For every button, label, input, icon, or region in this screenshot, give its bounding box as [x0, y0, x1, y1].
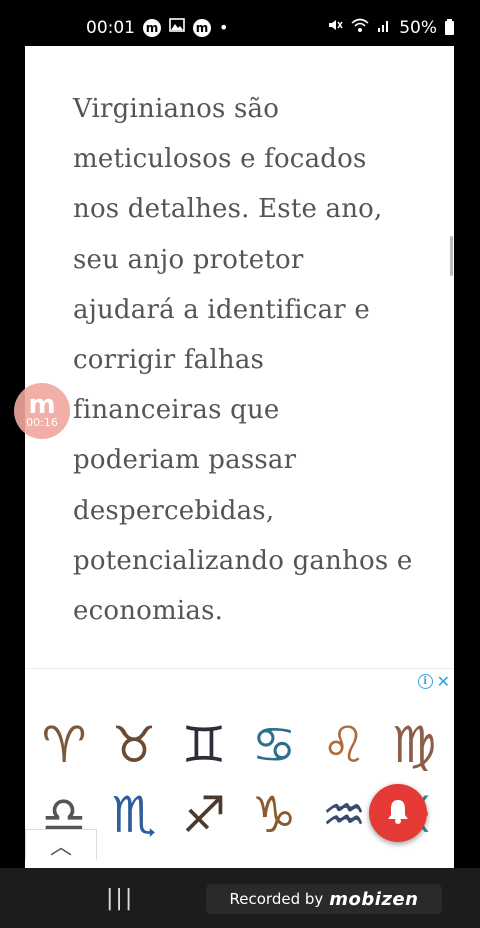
mute-icon [327, 17, 343, 38]
ad-info-icon[interactable]: i [417, 674, 433, 689]
battery-icon [445, 18, 454, 35]
aries-icon: ♈ [41, 716, 87, 774]
mobizen-brand: mobizen [329, 888, 419, 910]
notification-bell-button[interactable] [369, 784, 427, 842]
gemini-icon: ♊ [181, 716, 227, 774]
bell-icon [383, 796, 413, 830]
article-page[interactable]: Virginianos são meticulosos e focados no… [25, 46, 454, 869]
ad-close-icon[interactable]: ✕ [437, 672, 450, 691]
virgo-icon: ♍ [391, 716, 437, 774]
taurus-icon: ♉ [111, 716, 157, 774]
mobizen-icon: m [143, 18, 161, 37]
navigation-bar: ||| Recorded by mobizen [0, 868, 480, 928]
article-paragraph: Virginianos são meticulosos e focados no… [73, 94, 413, 627]
recording-timer: 00:16 [26, 416, 58, 429]
chevron-up-icon: ︿ [49, 835, 72, 860]
recorded-by-watermark: Recorded by mobizen [206, 884, 442, 914]
battery-text: 50% [399, 17, 437, 38]
recents-button[interactable]: ||| [106, 886, 134, 911]
signal-icon [377, 17, 391, 38]
leo-icon: ♌ [321, 716, 367, 774]
gallery-icon [169, 17, 185, 38]
sagittarius-icon: ♐ [181, 786, 227, 844]
status-time: 00:01 [86, 17, 135, 38]
mobizen-logo-icon: m [28, 390, 56, 420]
status-bar: 00:01 m m • 50% [0, 0, 480, 52]
wifi-icon [351, 17, 369, 38]
recorded-label: Recorded by [229, 890, 324, 908]
capricorn-icon: ♑ [251, 786, 297, 844]
mobizen-icon: m [193, 18, 211, 37]
scorpio-icon: ♏ [111, 786, 157, 844]
ad-choices[interactable]: i ✕ [417, 672, 450, 691]
cancer-icon: ♋ [251, 716, 297, 774]
status-dot: • [219, 18, 229, 37]
collapse-ad-button[interactable]: ︿ [25, 829, 97, 860]
status-left: 00:01 m m • [86, 17, 228, 38]
status-right: 50% [327, 17, 454, 38]
mobizen-record-bubble[interactable]: m 00:16 [14, 383, 70, 439]
scrollbar-thumb[interactable] [450, 236, 453, 276]
